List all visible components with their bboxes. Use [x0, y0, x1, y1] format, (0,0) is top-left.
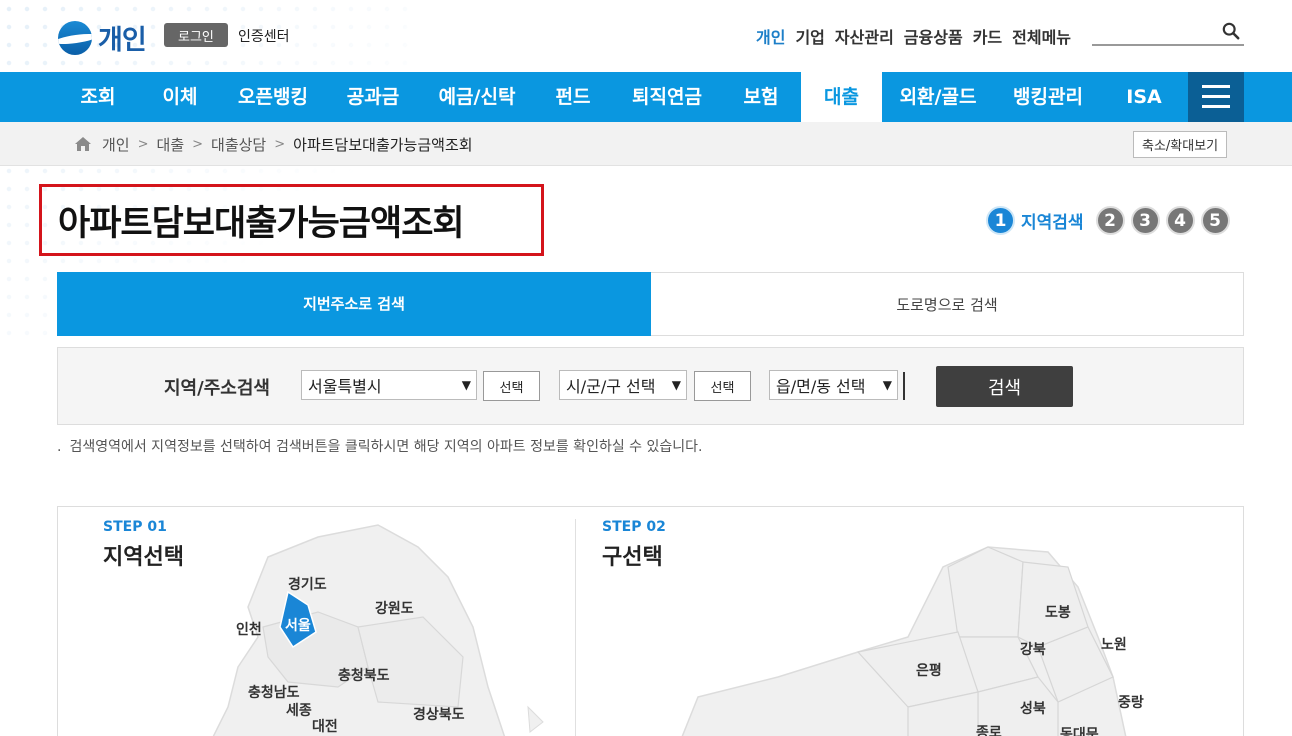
- breadcrumb-bar: 개인 > 대출 > 대출상담 > 아파트담보대출가능금액조회: [0, 122, 1292, 166]
- step-4: 4: [1165, 206, 1195, 235]
- dong-select-value: 읍/면/동 선택: [776, 377, 866, 396]
- logo[interactable]: 개인: [58, 18, 147, 57]
- zoom-button[interactable]: 축소/확대보기: [1133, 131, 1228, 158]
- map-panels: STEP 01 지역선택 경기도 강원도 인천 서울 충청북도 충청남도 세종 …: [57, 506, 1244, 736]
- step-3: 3: [1130, 206, 1160, 235]
- search-button[interactable]: 검색: [936, 366, 1073, 407]
- logo-icon: [58, 20, 92, 55]
- search-area: 지역/주소검색 서울특별시 ▼ 선택 시/군/구 선택 ▼ 선택 읍/면/동 선…: [57, 347, 1244, 425]
- district-pick-button[interactable]: 선택: [694, 371, 751, 401]
- nav-item-insurance[interactable]: 보험: [722, 72, 800, 122]
- hamburger-icon[interactable]: [1188, 72, 1244, 122]
- tab-jibun-address[interactable]: 지번주소로 검색: [57, 272, 651, 336]
- search-input[interactable]: [1092, 18, 1244, 46]
- district-label[interactable]: 종로: [976, 725, 1002, 736]
- region-select-title: 지역선택: [103, 545, 184, 570]
- region-label[interactable]: 인천: [236, 621, 262, 638]
- district-label[interactable]: 동대문: [1060, 727, 1099, 736]
- main-nav: 조회 이체 오픈뱅킹 공과금 예금/신탁 펀드 퇴직연금 보험 대출 외환/골드…: [0, 72, 1292, 122]
- district-label[interactable]: 강북: [1020, 641, 1046, 658]
- district-select-title: 구선택: [602, 545, 663, 570]
- text-cursor: [903, 372, 905, 400]
- tab-road-name[interactable]: 도로명으로 검색: [651, 272, 1244, 336]
- breadcrumb-loan[interactable]: 대출: [157, 134, 185, 155]
- logo-text: 개인: [98, 25, 147, 56]
- nav-item-inquiry[interactable]: 조회: [58, 72, 138, 122]
- district-label[interactable]: 성북: [1020, 701, 1046, 717]
- panel-divider: [575, 519, 576, 736]
- nav-item-isa[interactable]: ISA: [1110, 72, 1178, 122]
- region-label[interactable]: 강원도: [375, 600, 414, 617]
- top-link-asset[interactable]: 자산관리: [835, 24, 894, 48]
- top-header: 개인 로그인 인증센터 개인 기업 자산관리 금융상품 카드 전체메뉴: [0, 0, 1292, 72]
- region-label[interactable]: 경기도: [288, 576, 327, 593]
- top-link-products[interactable]: 금융상품: [904, 24, 963, 48]
- district-label[interactable]: 노원: [1101, 637, 1127, 653]
- nav-item-loan[interactable]: 대출: [801, 72, 882, 122]
- region-label[interactable]: 경상북도: [413, 706, 465, 723]
- region-label[interactable]: 대전: [312, 718, 338, 735]
- breadcrumb-current: 아파트담보대출가능금액조회: [293, 136, 473, 154]
- region-label[interactable]: 서울: [285, 617, 311, 634]
- step-1: 1: [986, 206, 1015, 235]
- nav-item-openbanking[interactable]: 오픈뱅킹: [226, 72, 320, 122]
- step-2: 2: [1095, 206, 1125, 235]
- district-select-value: 시/군/구 선택: [566, 377, 656, 396]
- korea-map[interactable]: 경기도 강원도 인천 서울 충청북도 충청남도 세종 대전 경상북도: [208, 517, 548, 736]
- region-label[interactable]: 충청남도: [248, 684, 300, 701]
- top-link-personal[interactable]: 개인: [756, 24, 785, 48]
- search-label: 지역/주소검색: [164, 378, 270, 399]
- cert-center-link[interactable]: 인증센터: [238, 26, 290, 46]
- nav-item-utility[interactable]: 공과금: [330, 72, 416, 122]
- chevron-down-icon: ▼: [671, 378, 681, 392]
- dong-select[interactable]: 읍/면/동 선택 ▼: [769, 370, 898, 400]
- search-note: 검색영역에서 지역정보를 선택하여 검색버튼을 클릭하시면 해당 지역의 아파트…: [57, 436, 702, 456]
- top-link-card[interactable]: 카드: [973, 24, 1002, 48]
- district-label[interactable]: 중랑: [1118, 695, 1144, 711]
- chevron-right-icon: >: [137, 137, 149, 152]
- district-label[interactable]: 은평: [916, 662, 942, 679]
- chevron-down-icon: ▼: [882, 378, 892, 392]
- nav-item-fund[interactable]: 펀드: [536, 72, 610, 122]
- login-button[interactable]: 로그인: [164, 23, 228, 47]
- nav-item-pension[interactable]: 퇴직연금: [620, 72, 714, 122]
- step-1-label: 지역검색: [1021, 213, 1084, 233]
- top-link-corporate[interactable]: 기업: [795, 24, 824, 48]
- city-select-value: 서울특별시: [308, 377, 382, 396]
- page-title: 아파트담보대출가능금액조회: [58, 204, 465, 244]
- district-select[interactable]: 시/군/구 선택 ▼: [559, 370, 687, 400]
- chevron-down-icon: ▼: [461, 378, 471, 392]
- region-label[interactable]: 세종: [286, 703, 312, 719]
- seoul-map[interactable]: 도봉 노원 강북 은평 성북 중랑 종로 동대문: [658, 527, 1218, 736]
- breadcrumb-personal[interactable]: 개인: [102, 134, 130, 155]
- nav-item-transfer[interactable]: 이체: [140, 72, 220, 122]
- chevron-right-icon: >: [192, 137, 204, 152]
- city-select[interactable]: 서울특별시 ▼: [301, 370, 477, 400]
- nav-item-forex[interactable]: 외환/골드: [890, 72, 986, 122]
- home-icon[interactable]: [74, 136, 92, 152]
- nav-item-deposit[interactable]: 예금/신탁: [428, 72, 526, 122]
- step-01-tag: STEP 01: [103, 519, 167, 535]
- district-label[interactable]: 도봉: [1045, 605, 1071, 621]
- chevron-right-icon: >: [274, 137, 286, 152]
- step-indicator: 1 지역검색 2 3 4 5: [986, 206, 1230, 235]
- region-label[interactable]: 충청북도: [338, 668, 390, 684]
- step-02-tag: STEP 02: [602, 519, 666, 535]
- top-link-all-menu[interactable]: 전체메뉴: [1012, 24, 1071, 48]
- city-pick-button[interactable]: 선택: [483, 371, 540, 401]
- search-icon[interactable]: [1222, 22, 1240, 40]
- breadcrumb-consult[interactable]: 대출상담: [211, 134, 266, 155]
- top-links: 개인 기업 자산관리 금융상품 카드 전체메뉴: [756, 24, 1071, 48]
- step-5: 5: [1200, 206, 1230, 235]
- nav-item-banking-mgmt[interactable]: 뱅킹관리: [998, 72, 1098, 122]
- breadcrumb: 개인 > 대출 > 대출상담 > 아파트담보대출가능금액조회: [102, 134, 473, 155]
